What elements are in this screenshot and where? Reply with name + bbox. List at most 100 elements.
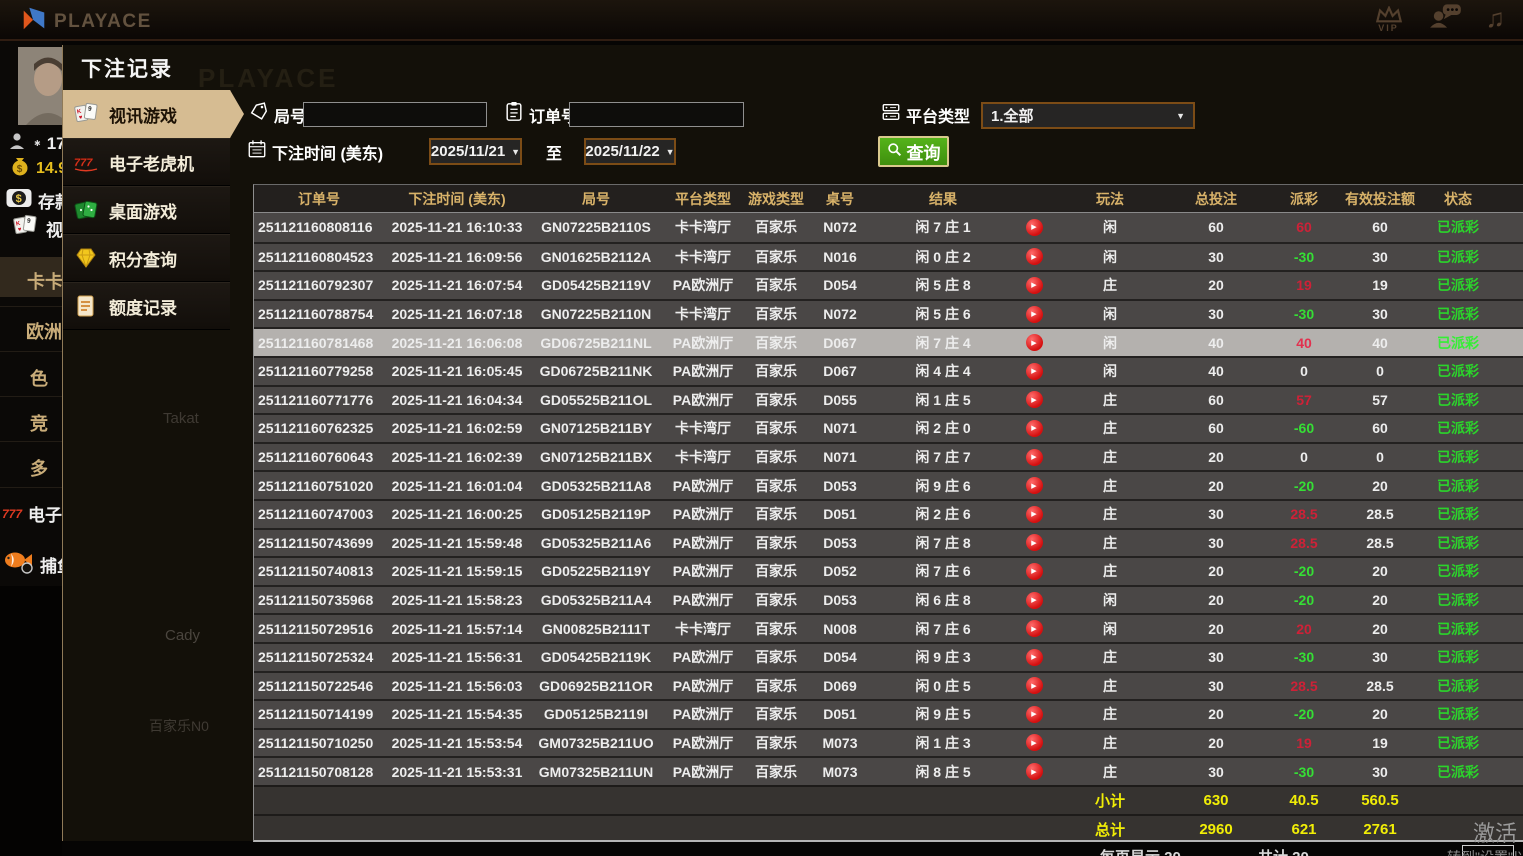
play-video-button[interactable]: ▶ [1025, 362, 1043, 380]
table-row[interactable]: 251121160779258 2025-11-21 16:05:45 GD0672… [254, 355, 1523, 385]
lobby-tab-jing[interactable]: 竞 [30, 410, 48, 436]
lobby-tab-duo[interactable]: 多 [30, 455, 48, 481]
round-number-input[interactable] [303, 102, 487, 127]
table-row[interactable]: 251121160760643 2025-11-21 16:02:39 GN0712… [254, 441, 1523, 471]
menu-item-3[interactable]: 积分查询 [63, 234, 230, 282]
play-video-button[interactable]: ▶ [1025, 763, 1043, 781]
cell-game: 百家乐 [755, 248, 797, 265]
cell-valid: 30 [1372, 763, 1388, 780]
play-video-button[interactable]: ▶ [1025, 534, 1043, 552]
cell-valid: 40 [1372, 334, 1388, 351]
table-row[interactable]: 251121150743699 2025-11-21 15:59:48 GD0532… [254, 527, 1523, 557]
cell-result: 闲 0 庄 2 [915, 248, 971, 265]
table-row[interactable]: 251121150708128 2025-11-21 15:53:31 GM0732… [254, 756, 1523, 785]
platform-type-select[interactable]: 1.全部 ▼ [981, 102, 1195, 129]
cell-replay: ▶ [1014, 358, 1054, 385]
cell-result: 闲 7 庄 7 [915, 449, 971, 466]
avatar[interactable] [18, 47, 62, 125]
table-row[interactable]: 251121150740813 2025-11-21 15:59:15 GD0522… [254, 556, 1523, 585]
play-video-button[interactable]: ▶ [1025, 391, 1043, 409]
cell-result: 闲 1 庄 3 [915, 734, 971, 751]
search-button[interactable]: 查询 [878, 136, 949, 167]
fishing-row[interactable]: 捕鱼 [2, 549, 62, 580]
play-video-button[interactable]: ▶ [1025, 334, 1043, 352]
play-video-button[interactable]: ▶ [1025, 562, 1043, 580]
play-video-button[interactable]: ▶ [1025, 705, 1043, 723]
column-header: 桌号 [826, 190, 854, 207]
table-row[interactable]: 251121160771776 2025-11-21 16:04:34 GD0552… [254, 384, 1523, 414]
menu-item-1[interactable]: 777 电子老虎机 [63, 138, 230, 186]
slot-777-icon: 777 [73, 149, 99, 175]
play-video-button[interactable]: ▶ [1025, 677, 1043, 695]
cell-time: 2025-11-21 16:02:59 [391, 420, 523, 437]
lobby-tab-kaka[interactable]: 卡卡 [27, 268, 62, 294]
cell-game: 百家乐 [755, 534, 797, 551]
date-from-select[interactable]: 2025/11/21 ▼ [429, 138, 522, 165]
cell-replay: ▶ [1014, 213, 1054, 242]
lobby-tab-europe[interactable]: 欧洲 [26, 318, 62, 344]
cell-valid: 19 [1372, 734, 1388, 751]
cell-extra [1498, 587, 1523, 614]
cell-payout: -30 [1293, 763, 1315, 780]
cell-method: 庄 [1103, 391, 1117, 408]
slot-777-icon: 777 [2, 506, 23, 521]
cell-status: 已派彩 [1437, 449, 1479, 466]
date-to-select[interactable]: 2025/11/22 ▼ [584, 138, 676, 165]
play-video-button[interactable]: ▶ [1025, 248, 1043, 266]
play-video-button[interactable]: ▶ [1025, 734, 1043, 752]
play-video-button[interactable]: ▶ [1025, 477, 1043, 495]
play-video-button[interactable]: ▶ [1025, 218, 1043, 236]
cell-replay: ▶ [1014, 701, 1054, 728]
menu-item-4[interactable]: 额度记录 [63, 282, 230, 330]
play-video-button[interactable]: ▶ [1025, 648, 1043, 666]
table-row[interactable]: 251121150722546 2025-11-21 15:56:03 GD0692… [254, 670, 1523, 700]
play-video-button[interactable]: ▶ [1025, 505, 1043, 523]
table-row[interactable]: 251121150710250 2025-11-21 15:53:54 GM0732… [254, 727, 1523, 757]
play-video-button[interactable]: ▶ [1025, 419, 1043, 437]
sum-label: 小计 [1094, 792, 1125, 810]
cell-extra [1498, 213, 1523, 242]
cell-result: 闲 9 庄 3 [915, 649, 971, 666]
table-row[interactable]: 251121160751020 2025-11-21 16:01:04 GD0532… [254, 470, 1523, 499]
cell-round: GN07225B2110S [541, 219, 651, 236]
table-row[interactable]: 251121150725324 2025-11-21 15:56:31 GD0542… [254, 641, 1523, 671]
table-row[interactable]: 251121160781468 2025-11-21 16:06:08 GD0672… [254, 327, 1523, 356]
cell-bet: 30 [1208, 534, 1224, 551]
table-row[interactable]: 251121160804523 2025-11-21 16:09:56 GN0162… [254, 241, 1523, 271]
deposit-button[interactable]: $ 存款 [6, 188, 62, 213]
cell-platform: PA欧洲厅 [672, 277, 734, 294]
play-video-button[interactable]: ▶ [1025, 305, 1043, 323]
video-games-row[interactable]: K ♥ 9 视 [10, 213, 62, 244]
table-row[interactable]: 251121160792307 2025-11-21 16:07:54 GD0542… [254, 270, 1523, 299]
menu-item-0[interactable]: K ♥ 9 视讯游戏 [63, 90, 244, 138]
cell-round: GD06725B211NL [540, 334, 652, 351]
platform-type-label: 平台类型 [906, 108, 971, 126]
slots-row[interactable]: 777 电子 [2, 501, 62, 526]
table-row[interactable]: 251121150714199 2025-11-21 15:54:35 GD0512… [254, 699, 1523, 728]
music-button[interactable]: ♫ [1486, 3, 1506, 34]
table-row[interactable]: 251121150729516 2025-11-21 15:57:14 GN0082… [254, 613, 1523, 642]
cell-replay: ▶ [1014, 301, 1054, 328]
cell-method: 庄 [1103, 649, 1117, 666]
table-row[interactable]: 251121150735968 2025-11-21 15:58:23 GD0532… [254, 584, 1523, 614]
menu-item-2[interactable]: 桌面游戏 [63, 186, 230, 234]
order-number-input[interactable] [569, 102, 744, 127]
vip-button[interactable]: VIP [1372, 4, 1406, 32]
cell-round: GN01625B2112A [540, 248, 652, 265]
cell-bet: 30 [1208, 506, 1224, 523]
customer-service-button[interactable] [1428, 2, 1464, 35]
table-row[interactable]: 251121160762325 2025-11-21 16:02:59 GN0712… [254, 413, 1523, 442]
lobby-tab-se[interactable]: 色 [30, 365, 48, 391]
cell-status: 已派彩 [1437, 734, 1479, 751]
cell-platform: PA欧洲厅 [672, 763, 734, 780]
cell-round: GD05425B2119V [541, 277, 651, 294]
brand-logo[interactable]: PLAYACE [20, 5, 152, 38]
table-row[interactable]: 251121160788754 2025-11-21 16:07:18 GN0722… [254, 298, 1523, 328]
play-video-button[interactable]: ▶ [1025, 448, 1043, 466]
play-video-button[interactable]: ▶ [1025, 591, 1043, 609]
table-row[interactable]: 251121160808116 2025-11-21 16:10:33 GN0722… [254, 213, 1523, 242]
play-video-button[interactable]: ▶ [1025, 276, 1043, 294]
table-row[interactable]: 251121160747003 2025-11-21 16:00:25 GD0512… [254, 498, 1523, 528]
play-video-button[interactable]: ▶ [1025, 620, 1043, 638]
cell-time: 2025-11-21 16:04:34 [391, 391, 523, 408]
